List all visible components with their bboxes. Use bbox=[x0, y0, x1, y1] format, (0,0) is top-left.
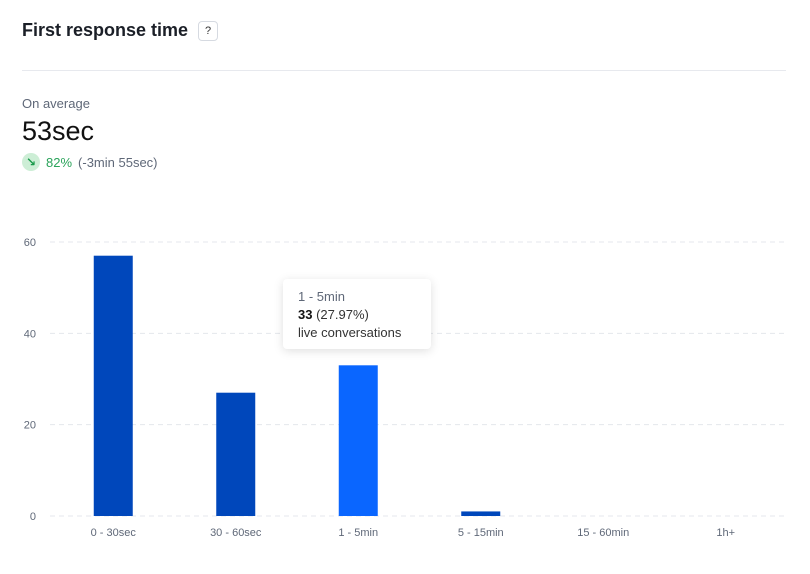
x-tick-label: 5 - 15min bbox=[458, 527, 504, 539]
y-tick-label: 60 bbox=[24, 237, 36, 249]
x-tick-label: 30 - 60sec bbox=[210, 527, 262, 539]
x-tick-label: 1 - 5min bbox=[338, 527, 378, 539]
tooltip-percent: (27.97%) bbox=[316, 307, 369, 322]
x-tick-label: 15 - 60min bbox=[577, 527, 629, 539]
bar bbox=[461, 511, 501, 516]
bar bbox=[93, 255, 133, 516]
bar bbox=[216, 392, 256, 516]
tooltip-count: 33 bbox=[298, 307, 313, 322]
tooltip-description: live conversations bbox=[298, 325, 402, 340]
bar bbox=[338, 365, 378, 516]
tooltip-category: 1 - 5min bbox=[298, 289, 345, 304]
y-tick-label: 0 bbox=[30, 511, 36, 523]
chart-tooltip: 1 - 5min 33 (27.97%) live conversations bbox=[283, 279, 431, 349]
x-tick-label: 0 - 30sec bbox=[91, 527, 137, 539]
x-tick-label: 1h+ bbox=[716, 527, 735, 539]
y-tick-label: 20 bbox=[24, 420, 36, 432]
y-tick-label: 40 bbox=[24, 328, 36, 340]
